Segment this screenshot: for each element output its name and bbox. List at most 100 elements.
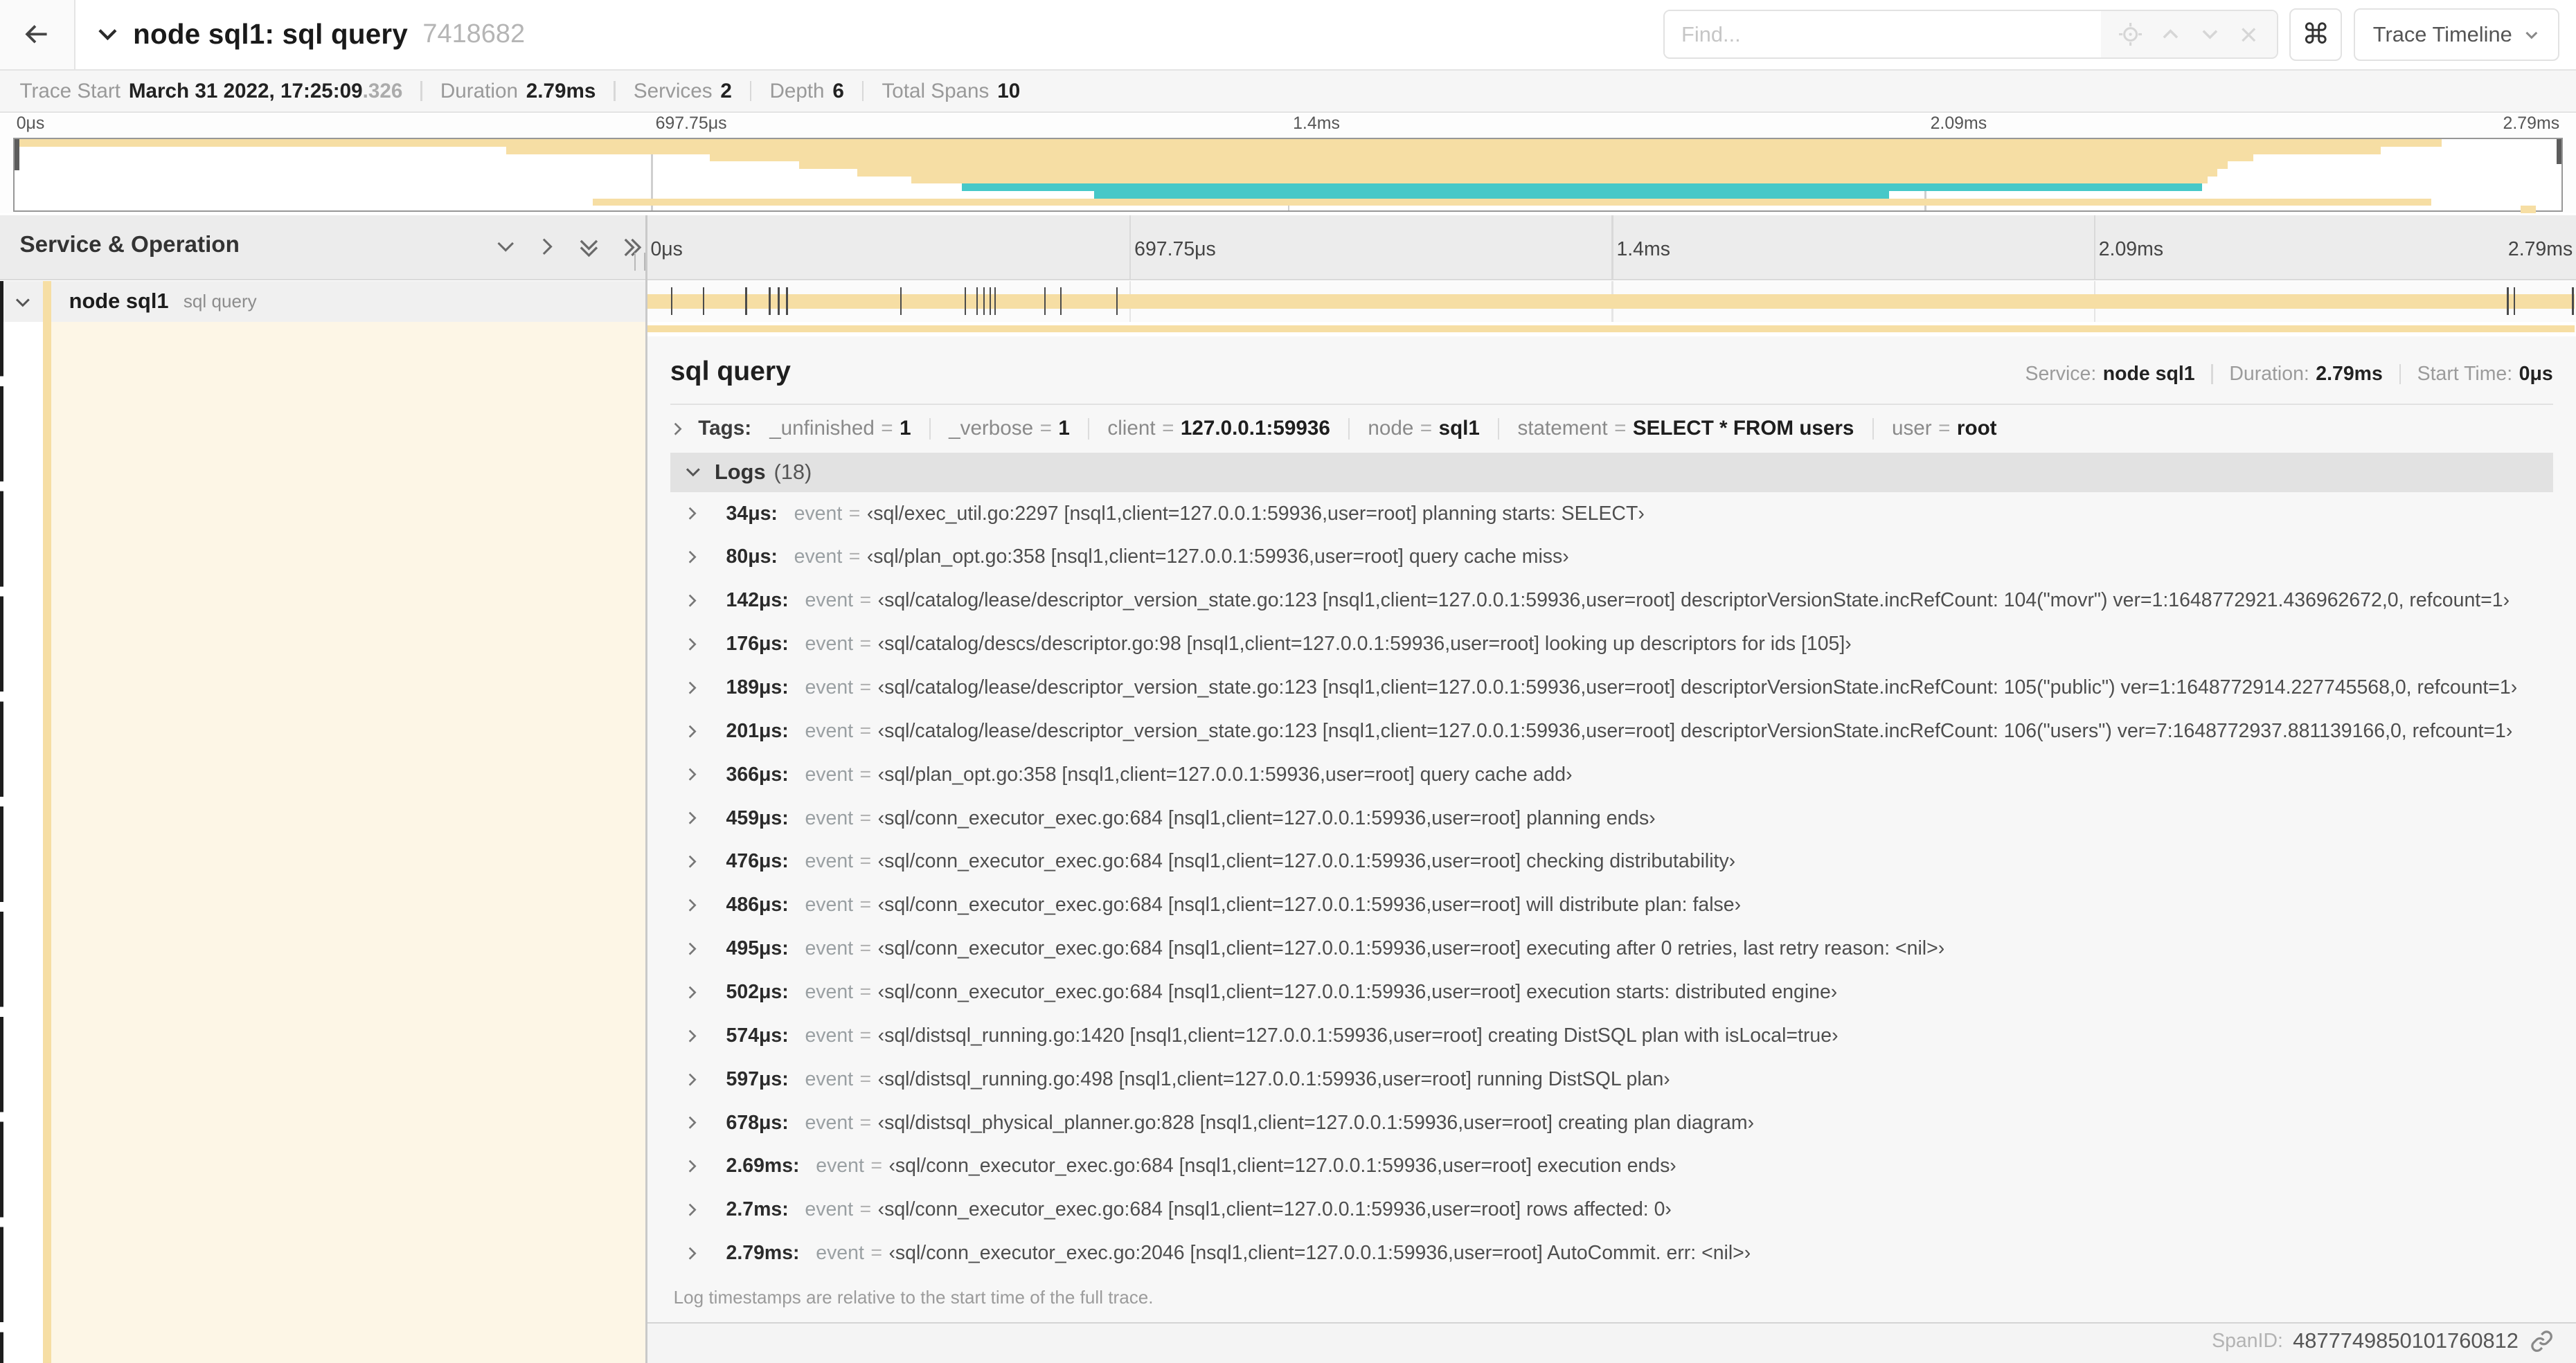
span-log-marker [1116, 287, 1118, 316]
log-message: ‹sql/catalog/lease/descriptor_version_st… [877, 676, 2518, 698]
equals-sign: = [859, 850, 872, 873]
detail-span-title: sql query [670, 356, 791, 386]
span-duration-bar[interactable] [647, 294, 2575, 309]
services-value: 2 [720, 79, 732, 102]
collapse-one-icon[interactable] [496, 237, 515, 258]
log-timestamp: 189μs: [726, 676, 789, 698]
chevron-down-icon [97, 24, 118, 45]
tags-summary-row[interactable]: Tags: _unfinished = 1 _verbose = 1 client = 127.… [670, 408, 2553, 449]
minimap-right-scrubber[interactable] [2556, 139, 2561, 164]
log-entry[interactable]: 80μs: event = ‹sql/plan_opt.go:358 [nsql1,c… [670, 535, 2553, 579]
span-row-name-cell[interactable]: node sql1 sql query [0, 280, 646, 322]
focus-target-icon[interactable] [2118, 23, 2143, 46]
log-field-name: event [794, 545, 843, 568]
keyboard-shortcuts-button[interactable]: ⌘ [2289, 8, 2343, 61]
minimap-span-bar [592, 198, 2432, 206]
chevron-right-icon [685, 898, 699, 912]
log-message: ‹sql/conn_executor_exec.go:684 [nsql1,cl… [877, 806, 1656, 829]
minimap-span-bar [1094, 190, 1889, 199]
service-operation-header: Service & Operation [19, 231, 240, 258]
log-entry[interactable]: 189μs: event = ‹sql/catalog/lease/descripto… [670, 666, 2553, 710]
chevron-right-icon [685, 985, 699, 1000]
timeline-gridline [1611, 215, 1613, 280]
back-button[interactable] [0, 0, 76, 69]
log-field-name: event [805, 763, 854, 786]
log-field-name: event [805, 1024, 854, 1047]
log-timestamp: 597μs: [726, 1067, 789, 1090]
tag-value: 127.0.0.1:59936 [1180, 417, 1330, 440]
divider [929, 417, 931, 440]
span-log-marker [702, 287, 704, 316]
column-resize-grip[interactable] [634, 253, 645, 271]
span-log-marker [994, 287, 996, 316]
tag-value: SELECT * FROM users [1632, 417, 1854, 440]
minimap-span-bar [911, 176, 2208, 184]
detail-meta: Service: node sql1 Duration: 2.79ms Star… [2025, 363, 2552, 386]
span-log-marker [670, 287, 673, 316]
log-entry[interactable]: 597μs: event = ‹sql/distsql_running.go:498 … [670, 1058, 2553, 1101]
minimap-span-bar [962, 183, 2203, 191]
view-dropdown-button[interactable]: Trace Timeline [2353, 8, 2560, 61]
timeline-gridline [2093, 215, 2095, 280]
span-log-marker [745, 287, 747, 316]
log-entry[interactable]: 678μs: event = ‹sql/distsql_physical_planne… [670, 1101, 2553, 1145]
expand-one-icon[interactable] [537, 237, 557, 258]
find-controls [2100, 11, 2277, 58]
minimap-left-scrubber[interactable] [14, 139, 20, 171]
back-arrow-icon [22, 19, 52, 49]
log-entry[interactable]: 495μs: event = ‹sql/conn_executor_exec.go:6… [670, 927, 2553, 971]
log-entry[interactable]: 366μs: event = ‹sql/plan_opt.go:358 [nsql1,… [670, 753, 2553, 797]
log-entry[interactable]: 502μs: event = ‹sql/conn_executor_exec.go:6… [670, 971, 2553, 1014]
log-entry[interactable]: 476μs: event = ‹sql/conn_executor_exec.go:6… [670, 840, 2553, 883]
span-id-value: 4877749850101760812 [2293, 1328, 2519, 1353]
equals-sign: = [1420, 417, 1433, 440]
equals-sign: = [859, 980, 872, 1003]
divider [1872, 417, 1874, 440]
log-entry[interactable]: 2.69ms: event = ‹sql/conn_executor_exec.go:… [670, 1144, 2553, 1188]
log-entry[interactable]: 486μs: event = ‹sql/conn_executor_exec.go:6… [670, 883, 2553, 927]
span-row[interactable]: node sql1 sql query [0, 280, 2576, 322]
collapse-all-icon[interactable] [578, 237, 600, 258]
log-timestamp: 574μs: [726, 1024, 789, 1047]
next-result-icon[interactable] [2199, 24, 2221, 45]
chevron-right-icon [685, 593, 699, 608]
logs-section-header[interactable]: Logs (18) [670, 452, 2553, 492]
log-field-name: event [805, 719, 854, 742]
view-dropdown-label: Trace Timeline [2372, 21, 2512, 46]
log-entry[interactable]: 176μs: event = ‹sql/catalog/descs/descripto… [670, 622, 2553, 666]
log-entry[interactable]: 201μs: event = ‹sql/catalog/lease/descripto… [670, 710, 2553, 753]
chevron-right-icon [685, 1115, 699, 1130]
divider [614, 81, 616, 101]
minimap-tick-label: 2.09ms [1930, 113, 1987, 133]
log-entry[interactable]: 34μs: event = ‹sql/exec_util.go:2297 [nsql1… [670, 492, 2553, 536]
service-color-accent [42, 321, 51, 1363]
prev-result-icon[interactable] [2160, 24, 2181, 45]
chevron-right-icon [685, 811, 699, 825]
log-timestamp: 366μs: [726, 763, 789, 786]
tag-value: 1 [1058, 417, 1070, 440]
find-input[interactable] [1665, 11, 2101, 58]
divider [2211, 364, 2213, 384]
tag-item: statement = SELECT * FROM users [1517, 417, 1854, 440]
log-message: ‹sql/exec_util.go:2297 [nsql1,client=127… [866, 502, 1645, 525]
log-entry[interactable]: 459μs: event = ‹sql/conn_executor_exec.go:6… [670, 797, 2553, 840]
clear-search-icon[interactable] [2239, 25, 2258, 44]
minimap-span-bar [798, 161, 2228, 169]
link-icon[interactable] [2530, 1330, 2553, 1353]
log-entry[interactable]: 2.7ms: event = ‹sql/conn_executor_exec.go:6… [670, 1188, 2553, 1231]
span-row-timeline-cell[interactable] [647, 280, 2576, 322]
chevron-down-icon[interactable] [15, 294, 31, 311]
log-field-name: event [805, 589, 854, 612]
log-entry[interactable]: 2.79ms: event = ‹sql/conn_executor_exec.go:… [670, 1231, 2553, 1275]
trace-title-group[interactable]: node sql1: sql query 7418682 [97, 18, 525, 51]
minimap-canvas[interactable] [12, 138, 2563, 214]
minimap-span-bar [710, 154, 2253, 162]
tags-label: Tags: [698, 417, 752, 440]
column-divider[interactable] [645, 215, 647, 1363]
log-entry[interactable]: 142μs: event = ‹sql/catalog/lease/descripto… [670, 579, 2553, 622]
log-entry[interactable]: 574μs: event = ‹sql/distsql_running.go:1420… [670, 1014, 2553, 1058]
divider [862, 81, 864, 101]
log-field-name: event [805, 850, 854, 873]
log-field-name: event [805, 937, 854, 960]
log-field-name: event [816, 1242, 864, 1265]
